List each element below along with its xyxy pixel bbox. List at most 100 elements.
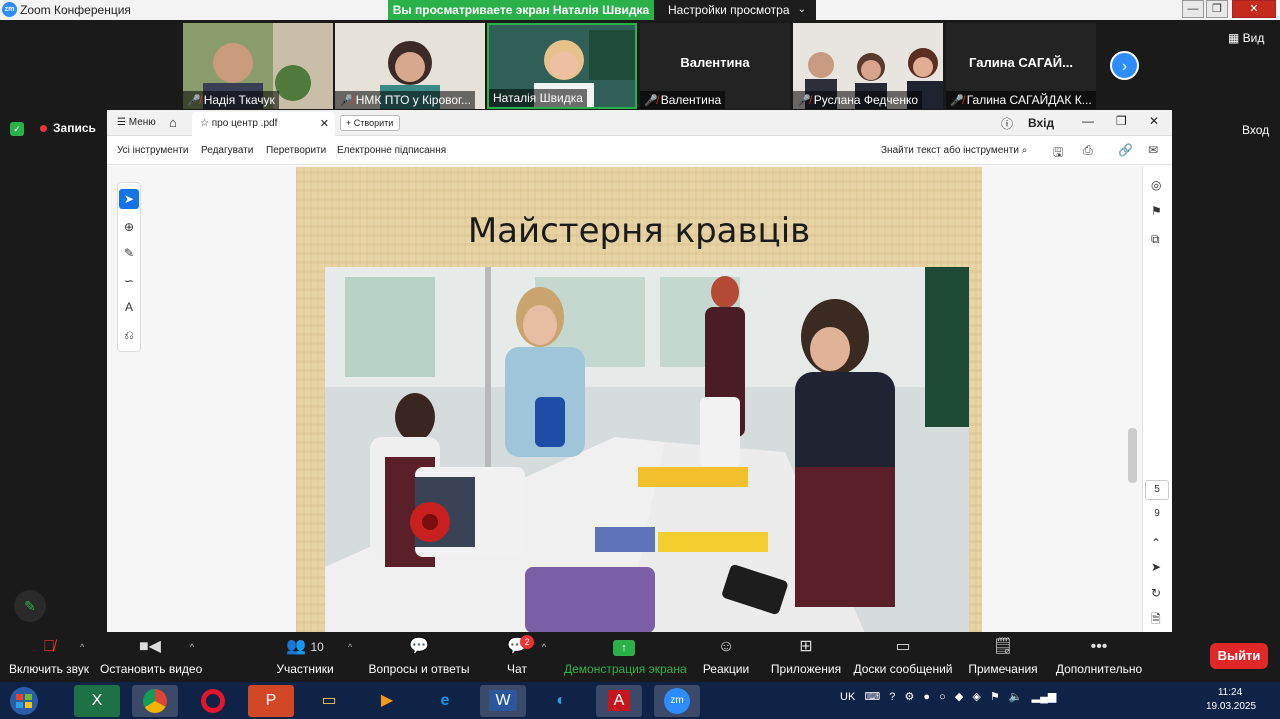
pointer-icon[interactable]: ➤ [1151, 560, 1161, 574]
rotate-icon[interactable]: ↻ [1151, 586, 1161, 600]
close-window-button[interactable]: ✕ [1232, 0, 1276, 18]
leave-meeting-button[interactable]: Выйти [1210, 643, 1268, 669]
chevron-up-icon[interactable]: ^ [542, 642, 546, 652]
participant-tile[interactable]: Валентина 🎤̸ Валентина [640, 23, 790, 109]
opera-icon[interactable] [190, 685, 236, 717]
ai-assistant-icon[interactable]: ◎ [1151, 178, 1161, 192]
chevron-up-icon[interactable]: ⌃ [1151, 536, 1161, 550]
document-scrollbar[interactable] [1128, 428, 1137, 483]
close-tab-icon[interactable]: ✕ [320, 117, 329, 130]
recording-indicator[interactable]: ✓ Запись [10, 121, 96, 136]
acrobat-menu-button[interactable]: ☰ Меню [117, 117, 156, 128]
acrobat-minimize-icon[interactable]: — [1082, 114, 1094, 128]
clock-time: 11:24 [1217, 687, 1243, 698]
home-icon[interactable]: ⌂ [169, 115, 177, 130]
powerpoint-icon[interactable]: P [248, 685, 294, 717]
help-icon[interactable]: ⓘ [1001, 115, 1013, 132]
toolbar-esign[interactable]: Електронне підписання [337, 145, 446, 156]
comment-icon[interactable]: ⊕ [119, 217, 139, 237]
more-button[interactable]: ••• Дополнительно [1054, 636, 1144, 676]
search-label: Знайти текст або інструменти [881, 145, 1019, 156]
bookmark-icon[interactable]: ⚑ [1151, 204, 1162, 218]
toolbar-all-tools[interactable]: Усі інструменти [117, 145, 188, 156]
login-button-overlay[interactable]: Вход [1242, 123, 1269, 137]
participant-tile[interactable]: 🎤̸ Надія Ткачук [183, 23, 333, 109]
reactions-button[interactable]: ☺ Реакции [700, 636, 752, 676]
tab-title: про центр .pdf [211, 118, 278, 129]
update-tray-icon[interactable]: ◈ [972, 690, 980, 703]
create-button[interactable]: + Створити [340, 115, 400, 131]
zoom-taskbar-icon[interactable]: zm [654, 685, 700, 717]
file-explorer-icon[interactable]: ▭ [306, 685, 352, 717]
acrobat-close-icon[interactable]: ✕ [1149, 114, 1159, 128]
participant-tile[interactable]: 🎤̸ Руслана Федченко [793, 23, 943, 109]
excel-icon[interactable]: X [74, 685, 120, 717]
participants-icon: 👥 [286, 638, 307, 655]
speaker-icon[interactable]: 🔈 [1009, 690, 1023, 703]
minimize-button[interactable]: — [1182, 0, 1204, 18]
stop-video-button[interactable]: ■◀ Остановить видео ^ [100, 636, 202, 676]
copy-pages-icon[interactable]: ⧉ [1151, 232, 1160, 247]
internet-explorer-icon[interactable]: e [422, 685, 468, 717]
zoom-tray-icon[interactable]: ● [923, 691, 930, 703]
participant-tile[interactable]: 🎤̸ НМК ПТО у Кіровог... [335, 23, 485, 109]
unmute-button[interactable]: 🎙̸ Включить звук ^ [8, 636, 90, 676]
language-indicator[interactable]: UK [840, 691, 855, 703]
flag-icon[interactable]: ⚑ [990, 690, 1000, 703]
help-tray-icon[interactable]: ? [889, 691, 895, 703]
print-icon[interactable]: ⎙ [1083, 143, 1093, 158]
current-page-field[interactable]: 5 [1145, 480, 1169, 500]
acrobat-taskbar-icon[interactable]: A [596, 685, 642, 717]
document-tab[interactable]: ☆ про центр .pdf ✕ [192, 112, 335, 136]
select-cursor-icon[interactable]: ➤ [119, 189, 139, 209]
notes-button[interactable]: 🗒 Примечания [966, 636, 1040, 676]
save-icon[interactable]: 🖫 [1053, 143, 1063, 164]
share-screen-button[interactable]: ↑ Демонстрация экрана [564, 636, 687, 676]
app-tray-icon[interactable]: ◆ [955, 690, 963, 703]
edge-icon[interactable]: ◐ [538, 685, 584, 717]
maximize-button[interactable]: ❐ [1206, 0, 1228, 18]
toolbar-convert[interactable]: Перетворити [266, 145, 326, 156]
page-info-icon[interactable]: 🗎 [1151, 610, 1161, 631]
draw-icon[interactable]: ∽ [119, 271, 139, 291]
link-icon[interactable]: 🔗 [1118, 143, 1133, 157]
media-player-icon[interactable]: ▶ [364, 685, 410, 717]
chrome-icon[interactable] [132, 685, 178, 717]
taskbar-clock[interactable]: 11:24 19.03.2025 [1206, 686, 1257, 714]
view-button[interactable]: ▦ Вид [1228, 31, 1264, 45]
clock-date: 19.03.2025 [1206, 701, 1257, 712]
qa-button[interactable]: 💬 Вопросы и ответы [368, 636, 470, 676]
search-tools[interactable]: Знайти текст або інструменти ⌕ [881, 145, 1027, 156]
chevron-up-icon[interactable]: ^ [348, 642, 352, 652]
unmute-label: Включить звук [8, 662, 90, 676]
network-icon[interactable]: ⚙ [904, 690, 914, 703]
signal-icon[interactable]: ▂▄▆ [1032, 690, 1057, 703]
opera-tray-icon[interactable]: ○ [939, 691, 946, 703]
toolbar-edit[interactable]: Редагувати [201, 145, 253, 156]
chevron-up-icon[interactable]: ^ [190, 642, 194, 652]
text-box-icon[interactable]: A [119, 297, 139, 317]
participant-tile-active[interactable]: Наталія Швидка [487, 23, 637, 109]
participant-tile[interactable]: Галина САГАЙ... 🎤̸ Галина САГАЙДАК К... [946, 23, 1096, 109]
share-label: Демонстрация экрана [564, 662, 687, 676]
annotate-pen-icon[interactable]: ✎ [14, 590, 46, 622]
view-button-label: Вид [1242, 31, 1265, 45]
apps-button[interactable]: ⊞ Приложения [768, 636, 844, 676]
word-icon[interactable]: W [480, 685, 526, 717]
chat-button[interactable]: 💬 2 Чат ^ [500, 635, 546, 676]
whiteboards-button[interactable]: ▭ Доски сообщений [852, 636, 954, 676]
mic-muted-icon: 🎤̸ [797, 95, 811, 107]
keyboard-icon[interactable]: ⌨ [864, 690, 880, 703]
acrobat-restore-icon[interactable]: ❐ [1116, 114, 1127, 128]
stamp-icon[interactable]: ⎌ [119, 325, 139, 345]
apps-icon: ⊞ [799, 638, 813, 655]
view-settings-dropdown[interactable]: Настройки просмотра ⌄ [654, 0, 816, 20]
chevron-up-icon[interactable]: ^ [80, 642, 84, 652]
email-icon[interactable]: ✉ [1148, 143, 1158, 157]
whiteboard-icon: ▭ [895, 638, 911, 655]
acrobat-login-button[interactable]: Вхід [1028, 116, 1054, 130]
next-participants-button[interactable]: › [1110, 51, 1139, 80]
highlight-pen-icon[interactable]: ✎ [119, 243, 139, 263]
participants-button[interactable]: 👥 10 Участники ^ [270, 636, 352, 676]
windows-start-icon[interactable] [4, 685, 44, 717]
